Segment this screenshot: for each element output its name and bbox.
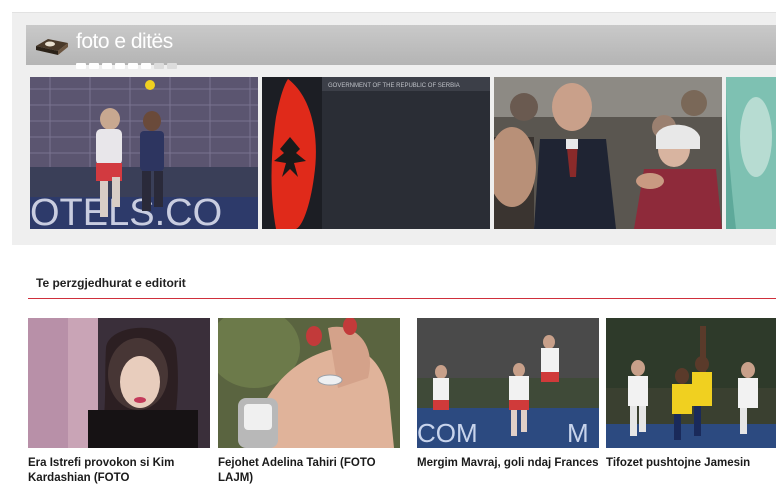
- article-caption[interactable]: Tifozet pushtojne Jamesin: [606, 456, 776, 486]
- albanian-flag-photo[interactable]: GOVERNMENT OF THE REPUBLIC OF SERBIA: [262, 77, 490, 229]
- photo-of-day-header: foto e ditës: [26, 25, 776, 69]
- camera-icon: [36, 39, 68, 55]
- svg-text:OTELS.CO: OTELS.CO: [30, 192, 222, 229]
- article-thumbnail[interactable]: [606, 318, 776, 448]
- crowd-greeting-photo[interactable]: [494, 77, 722, 229]
- article-card[interactable]: COM M Mergim Mavraj, goli ndaj Frances: [417, 318, 599, 486]
- section-divider: [28, 298, 776, 299]
- article-caption[interactable]: Era Istrefi provokon si Kim Kardashian (…: [28, 456, 210, 486]
- article-thumbnail[interactable]: COM M: [417, 318, 599, 448]
- article-caption[interactable]: Fejohet Adelina Tahiri (FOTO LAJM): [218, 456, 400, 486]
- svg-text:M: M: [567, 418, 589, 448]
- article-card[interactable]: Tifozet pushtojne Jamesin: [606, 318, 776, 486]
- article-thumbnail[interactable]: [218, 318, 400, 448]
- football-match-photo[interactable]: OTELS.CO: [30, 77, 258, 229]
- article-caption[interactable]: Mergim Mavraj, goli ndaj Frances: [417, 456, 599, 486]
- editors-picks-title: Te perzgjedhurat e editorit: [36, 276, 186, 290]
- partial-teal-photo[interactable]: [726, 77, 776, 229]
- article-thumbnail[interactable]: [28, 318, 210, 448]
- slider-dots[interactable]: [76, 56, 180, 69]
- svg-text:COM: COM: [417, 418, 478, 448]
- photo-of-day-title: foto e ditës: [76, 30, 173, 53]
- article-card[interactable]: Era Istrefi provokon si Kim Kardashian (…: [28, 318, 210, 486]
- photo-of-day-section: foto e ditës OTELS.CO GOVERNMENT OF THE …: [12, 12, 776, 245]
- article-card[interactable]: Fejohet Adelina Tahiri (FOTO LAJM): [218, 318, 400, 486]
- svg-text:GOVERNMENT OF THE REPUBLIC OF: GOVERNMENT OF THE REPUBLIC OF SERBIA: [328, 83, 460, 89]
